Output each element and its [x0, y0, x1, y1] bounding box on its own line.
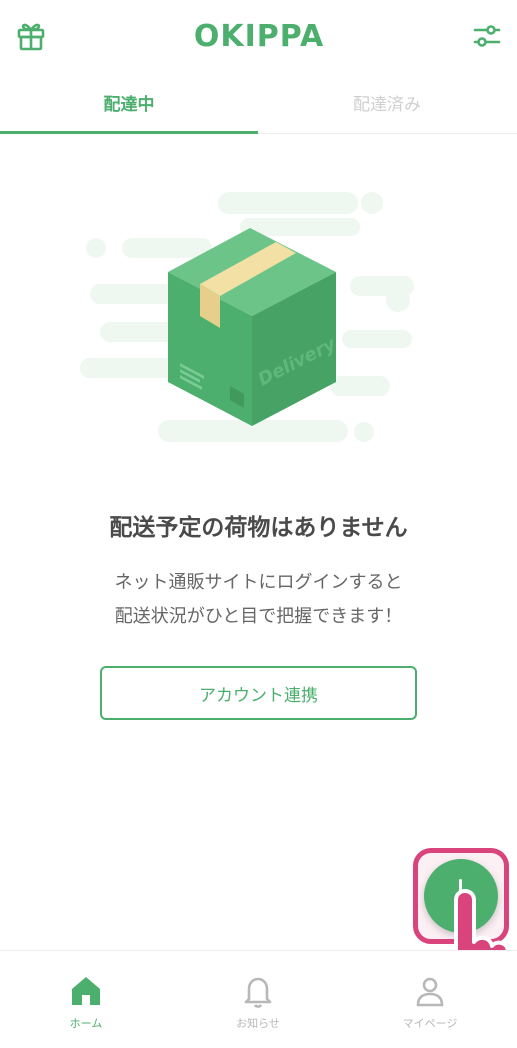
- account-link-label: アカウント連携: [199, 685, 318, 706]
- tab-in-delivery[interactable]: 配達中: [0, 70, 258, 134]
- nav-notifications[interactable]: お知らせ: [172, 973, 344, 1043]
- bell-icon: [244, 977, 272, 1008]
- nav-mypage-label: マイページ: [402, 1017, 458, 1030]
- user-icon: [416, 977, 444, 1007]
- empty-box-illustration: Delivery: [80, 180, 420, 460]
- empty-state-description: ネット通販サイトにログインすると 配送状況がひと目で把握できます！: [0, 566, 517, 634]
- account-link-button[interactable]: アカウント連携: [100, 666, 417, 720]
- gift-icon: [17, 23, 45, 51]
- nav-mypage[interactable]: マイページ: [344, 973, 516, 1043]
- nav-notifications-label: お知らせ: [236, 1017, 280, 1030]
- app-logo: OKIPPA: [188, 18, 330, 54]
- app-header: OKIPPA: [0, 0, 517, 70]
- description-line-2: 配送状況がひと目で把握できます！: [114, 606, 403, 627]
- gift-button[interactable]: [14, 18, 48, 52]
- logo-text: OKIPPA: [194, 19, 324, 52]
- nav-home-label: ホーム: [69, 1017, 103, 1030]
- tab-label: 配達中: [103, 94, 155, 115]
- tab-indicator: [0, 131, 258, 134]
- nav-home[interactable]: ホーム: [0, 973, 172, 1043]
- tab-label: 配達済み: [353, 94, 421, 115]
- delivery-tabs: 配達中 配達済み: [0, 70, 517, 134]
- bottom-navigation: ホーム お知らせ マイページ: [0, 950, 517, 1048]
- description-line-1: ネット通販サイトにログインすると: [114, 572, 403, 593]
- filter-button[interactable]: [470, 20, 504, 52]
- sliders-icon: [473, 25, 501, 47]
- tab-delivered[interactable]: 配達済み: [258, 70, 516, 134]
- home-icon: [72, 977, 100, 1005]
- empty-state-title: 配送予定の荷物はありません: [109, 515, 408, 541]
